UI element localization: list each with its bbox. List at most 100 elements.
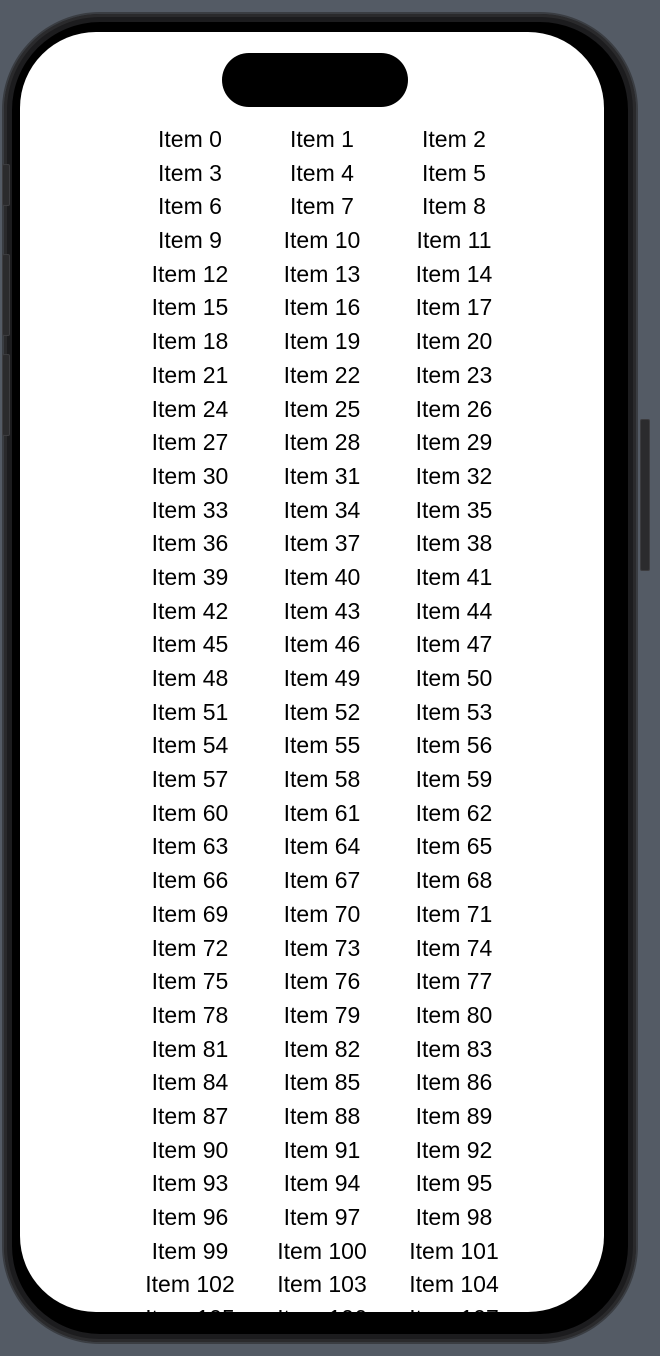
grid-item: Item 37	[283, 530, 361, 557]
grid-item: Item 98	[415, 1204, 493, 1230]
grid-item: Item 104	[409, 1271, 499, 1298]
grid-item: Item 92	[415, 1136, 493, 1163]
grid-item: Item 76	[283, 968, 361, 995]
grid-item: Item 88	[283, 1102, 361, 1129]
grid-item: Item 97	[283, 1204, 361, 1230]
grid-item: Item 1	[290, 126, 354, 152]
grid-item: Item 58	[283, 766, 361, 793]
grid-item: Item 12	[151, 260, 229, 287]
grid-item: Item 82	[283, 1035, 361, 1062]
grid-item: Item 22	[283, 361, 361, 388]
grid-item: Item 91	[283, 1136, 361, 1163]
grid-item: Item 18	[151, 328, 229, 355]
grid-item: Item 77	[415, 968, 493, 995]
grid-item: Item 20	[415, 328, 493, 355]
grid-item: Item 38	[415, 530, 493, 557]
grid-item: Item 74	[415, 934, 493, 961]
grid-item: Item 72	[151, 934, 229, 961]
grid-item: Item 102	[145, 1271, 235, 1298]
grid-item: Item 30	[151, 462, 229, 489]
grid-item: Item 62	[415, 799, 493, 826]
grid-item: Item 11	[416, 227, 492, 254]
grid-item: Item 40	[283, 563, 361, 590]
grid-item: Item 69	[151, 900, 229, 927]
grid-item: Item 41	[415, 563, 493, 590]
item-grid[interactable]: Item 0 Item 1 Item 2 Item 3 Item 4 Item 5 Item…	[124, 123, 520, 1312]
grid-item: Item 26	[415, 395, 493, 422]
grid-item: Item 32	[415, 462, 493, 489]
grid-item: Item 27	[151, 429, 229, 456]
grid-item: Item 3	[158, 159, 222, 186]
grid-item: Item 90	[151, 1136, 229, 1163]
action-button	[2, 164, 10, 206]
grid-item: Item 79	[283, 1001, 361, 1028]
grid-item: Item 52	[283, 698, 361, 725]
grid-item: Item 75	[151, 968, 229, 995]
grid-item: Item 7	[290, 193, 354, 220]
grid-item: Item 78	[151, 1001, 229, 1028]
grid-item: Item 43	[283, 597, 361, 624]
grid-item: Item 106	[256, 1302, 388, 1312]
grid-item: Item 81	[151, 1035, 229, 1062]
grid-item: Item 14	[415, 260, 493, 287]
grid-item: Item 25	[283, 395, 361, 422]
grid-item: Item 51	[151, 698, 229, 725]
phone-frame: Item 0 Item 1 Item 2 Item 3 Item 4 Item 5 Item…	[2, 14, 650, 1342]
grid-item: Item 65	[415, 833, 493, 860]
grid-item: Item 33	[151, 496, 229, 523]
grid-item: Item 103	[277, 1271, 367, 1298]
grid-item: Item 68	[415, 867, 493, 894]
grid-item: Item 57	[151, 766, 229, 793]
grid-item: Item 99	[151, 1237, 229, 1264]
grid-item: Item 48	[151, 665, 229, 691]
grid-item: Item 46	[283, 631, 361, 658]
grid-item: Item 21	[151, 361, 229, 388]
grid-item: Item 44	[415, 597, 493, 624]
grid-item: Item 6	[158, 193, 222, 220]
grid-item: Item 28	[283, 429, 361, 456]
grid-item: Item 45	[151, 631, 229, 658]
grid-item: Item 16	[283, 294, 361, 321]
grid-item: Item 107	[388, 1302, 520, 1312]
grid-item: Item 15	[151, 294, 229, 321]
grid-item: Item 53	[415, 698, 493, 725]
grid-item: Item 60	[151, 799, 229, 826]
grid-item: Item 66	[151, 867, 229, 894]
volume-down-button	[2, 354, 10, 436]
screen: Item 0 Item 1 Item 2 Item 3 Item 4 Item 5 Item…	[20, 32, 604, 1312]
grid-item: Item 70	[283, 900, 361, 927]
grid-item: Item 9	[158, 227, 222, 254]
grid-item: Item 29	[415, 429, 493, 456]
grid-item: Item 42	[151, 597, 229, 624]
grid-item: Item 63	[151, 833, 229, 860]
grid-item: Item 2	[422, 126, 486, 152]
grid-item: Item 67	[283, 867, 361, 894]
grid-item: Item 5	[422, 159, 486, 186]
grid-item: Item 4	[290, 159, 354, 186]
grid-item: Item 71	[415, 900, 493, 927]
grid-item: Item 54	[151, 732, 229, 759]
grid-item: Item 101	[409, 1237, 499, 1264]
grid-item: Item 31	[283, 462, 361, 489]
grid-item: Item 34	[283, 496, 361, 523]
grid-item: Item 49	[283, 665, 361, 691]
grid-item: Item 105	[124, 1302, 256, 1312]
grid-item: Item 55	[283, 732, 361, 759]
grid-item: Item 86	[415, 1069, 493, 1096]
grid-item: Item 61	[283, 799, 361, 826]
grid-item: Item 100	[277, 1237, 367, 1264]
grid-item: Item 19	[283, 328, 361, 355]
grid-item: Item 87	[151, 1102, 229, 1129]
grid-item: Item 10	[283, 227, 361, 254]
grid-item: Item 84	[151, 1069, 229, 1096]
grid-item: Item 36	[151, 530, 229, 557]
grid-item: Item 35	[415, 496, 493, 523]
grid-item: Item 24	[151, 395, 229, 422]
grid-item: Item 85	[283, 1069, 361, 1096]
grid-item: Item 0	[158, 126, 222, 152]
volume-up-button	[2, 254, 10, 336]
grid-item: Item 80	[415, 1001, 493, 1028]
grid-item: Item 89	[415, 1102, 493, 1129]
grid-item: Item 13	[283, 260, 361, 287]
grid-item: Item 56	[415, 732, 493, 759]
